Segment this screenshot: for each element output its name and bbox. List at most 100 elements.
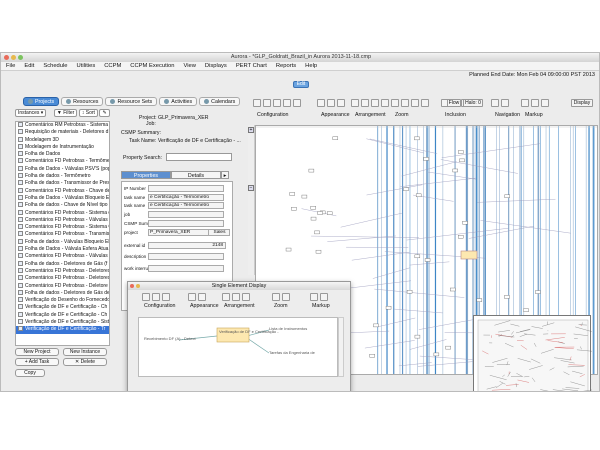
menu-help[interactable]: Help: [305, 63, 317, 69]
navigation-thumbnail[interactable]: [473, 315, 598, 391]
tree-item[interactable]: Verificação de DF e Certificação - Ch: [16, 311, 109, 319]
tree-item[interactable]: Folha de dados - Deletores de Gás de: [16, 289, 109, 297]
popup-tool-icon[interactable]: [282, 293, 290, 301]
toolbar-tool-icon[interactable]: [327, 99, 335, 107]
toolbar-tool-icon[interactable]: [531, 99, 539, 107]
popup-tool-icon[interactable]: [232, 293, 240, 301]
popup-tool-icon[interactable]: [272, 293, 280, 301]
project-tree[interactable]: Comentários RM Petrobras - Sistema Requis…: [15, 121, 110, 346]
tree-item[interactable]: Folha de dados - Termômetro: [16, 173, 109, 180]
field-value[interactable]: [148, 265, 224, 272]
menu-reports[interactable]: Reports: [276, 63, 296, 69]
popup-tool-icon[interactable]: [310, 293, 318, 301]
minimize-window-icon[interactable]: [11, 55, 16, 60]
tab-calendars[interactable]: Calendars: [199, 97, 241, 106]
zoom-in-icon[interactable]: +: [248, 127, 254, 133]
sort-button[interactable]: ↕ Sort: [78, 109, 98, 117]
popup-canvas[interactable]: Recebimento DF (A) - Detect Verificação d…: [138, 317, 338, 377]
popup-tool-icon[interactable]: [162, 293, 170, 301]
tree-item[interactable]: Comentários FD Petrobras - Sistema C: [16, 224, 109, 231]
popup-tool-icon[interactable]: [198, 293, 206, 301]
menu-ccpm-execution[interactable]: CCPM Execution: [130, 63, 174, 69]
popup-tool-icon[interactable]: [152, 293, 160, 301]
tree-item[interactable]: Comentários RM Petrobras - Sistema: [16, 122, 109, 129]
new-project-button[interactable]: New Project: [15, 348, 59, 356]
tree-item[interactable]: Folha de dados - Chave de Nível tipo: [16, 202, 109, 209]
toolbar-tool-icon[interactable]: [371, 99, 379, 107]
toolbar-tool-icon[interactable]: [501, 99, 509, 107]
edit-icon[interactable]: ✎: [99, 109, 110, 117]
toolbar-tool-icon[interactable]: [391, 99, 399, 107]
tree-item[interactable]: Verificação de DF e Certificação - Sist: [16, 319, 109, 326]
tree-item[interactable]: Requisição de materiais - Deletores d: [16, 129, 109, 136]
tree-item[interactable]: Folha de Dados - Válvula Esfera Atua: [16, 246, 109, 253]
tree-item[interactable]: Comentários FD Petrobras - Transmis: [16, 231, 109, 238]
tree-item[interactable]: Folha de dados - Deletores de Gás (f: [16, 260, 109, 268]
toolbar-tool-icon[interactable]: [381, 99, 389, 107]
tab-activities[interactable]: Activities: [159, 97, 198, 106]
tree-item[interactable]: Verificação do Desenho do Fornecedo: [16, 297, 109, 304]
menu-utilities[interactable]: Utilities: [77, 63, 96, 69]
flow-button[interactable]: Flow: [447, 99, 461, 107]
menu-file[interactable]: File: [6, 63, 15, 69]
toolbar-tool-icon[interactable]: [411, 99, 419, 107]
tab-resource-sets[interactable]: Resource Sets: [105, 97, 158, 106]
tree-item[interactable]: Comentários FD Petrobras - Válvulas B: [16, 216, 109, 224]
menu-edit[interactable]: Edit: [24, 63, 34, 69]
toolbar-tool-icon[interactable]: [317, 99, 325, 107]
tab-resources[interactable]: Resources: [61, 97, 104, 106]
popup-tool-icon[interactable]: [222, 293, 230, 301]
close-window-icon[interactable]: [4, 55, 9, 60]
add-task-button[interactable]: + Add Task: [15, 358, 59, 366]
tree-item[interactable]: Modelagem de Instrumentação: [16, 143, 109, 151]
toolbar-tool-icon[interactable]: [351, 99, 359, 107]
toolbar-tool-icon[interactable]: [293, 99, 301, 107]
toolbar-tool-icon[interactable]: [253, 99, 261, 107]
instances-select[interactable]: Instances ▾: [15, 109, 47, 117]
copy-button[interactable]: Copy: [15, 369, 45, 377]
toolbar-tool-icon[interactable]: [541, 99, 549, 107]
popup-scrollbar[interactable]: [338, 317, 344, 377]
field-value[interactable]: [148, 185, 224, 192]
tab-projects[interactable]: Projects: [23, 97, 60, 106]
toolbar-tool-icon[interactable]: [521, 99, 529, 107]
popup-minimize-icon[interactable]: [136, 284, 140, 288]
delete-button[interactable]: ✕ Delete: [63, 358, 107, 366]
tree-item[interactable]: Comentários FD Petrobras - Sistema d: [16, 209, 109, 217]
zoom-slider[interactable]: + −: [248, 125, 255, 275]
field-value[interactable]: [148, 211, 224, 218]
property-search-input[interactable]: [166, 153, 232, 161]
menu-schedule[interactable]: Schedule: [43, 63, 67, 69]
toolbar-tool-icon[interactable]: [337, 99, 345, 107]
toolbar-tool-icon[interactable]: [491, 99, 499, 107]
field-value[interactable]: [148, 220, 224, 227]
tab-next-icon[interactable]: ▸: [221, 171, 229, 179]
edit-mode-button[interactable]: Edit: [293, 81, 309, 88]
popup-tool-icon[interactable]: [242, 293, 250, 301]
menu-view[interactable]: View: [183, 63, 195, 69]
tree-item[interactable]: Comentários FD Petrobras - Deletores: [16, 267, 109, 275]
tree-item[interactable]: Comentários FD Petrobras - Deletores: [16, 275, 109, 282]
zoom-out-icon[interactable]: −: [248, 185, 254, 191]
popup-tool-icon[interactable]: [142, 293, 150, 301]
sales-button[interactable]: Sales: [208, 229, 230, 236]
tree-item[interactable]: Modelagem 3D: [16, 136, 109, 144]
field-value[interactable]: [148, 253, 224, 260]
tree-item[interactable]: Folha de dados - Transmissor de Pres: [16, 180, 109, 187]
tree-item[interactable]: Verificação de DF e Certificação - Ch: [16, 304, 109, 311]
tree-item[interactable]: Comentários FD Petrobras - Chave de: [16, 187, 109, 195]
field-value[interactable]: 2148: [148, 242, 226, 249]
popup-tool-icon[interactable]: [188, 293, 196, 301]
tab-properties[interactable]: Properties: [121, 171, 171, 179]
menu-ccpm[interactable]: CCPM: [104, 63, 121, 69]
toolbar-tool-icon[interactable]: [401, 99, 409, 107]
tree-item[interactable]: Comentários FD Petrobras - Deletore: [16, 282, 109, 290]
field-value[interactable]: e Certificação - Termômetro: [148, 202, 224, 209]
field-value[interactable]: e Certificação - Termômetro: [148, 194, 224, 201]
tree-item[interactable]: Folha de dados - Válvulas Bloqueio El: [16, 238, 109, 246]
menu-displays[interactable]: Displays: [205, 63, 227, 69]
filter-button[interactable]: ▼ Filter: [53, 109, 78, 117]
tree-item[interactable]: Verificação de DF e Certificação - Tr: [16, 326, 109, 334]
tree-item[interactable]: Folha de Dados - Válvulas PSV'S (pop: [16, 165, 109, 173]
popup-close-icon[interactable]: [130, 284, 134, 288]
